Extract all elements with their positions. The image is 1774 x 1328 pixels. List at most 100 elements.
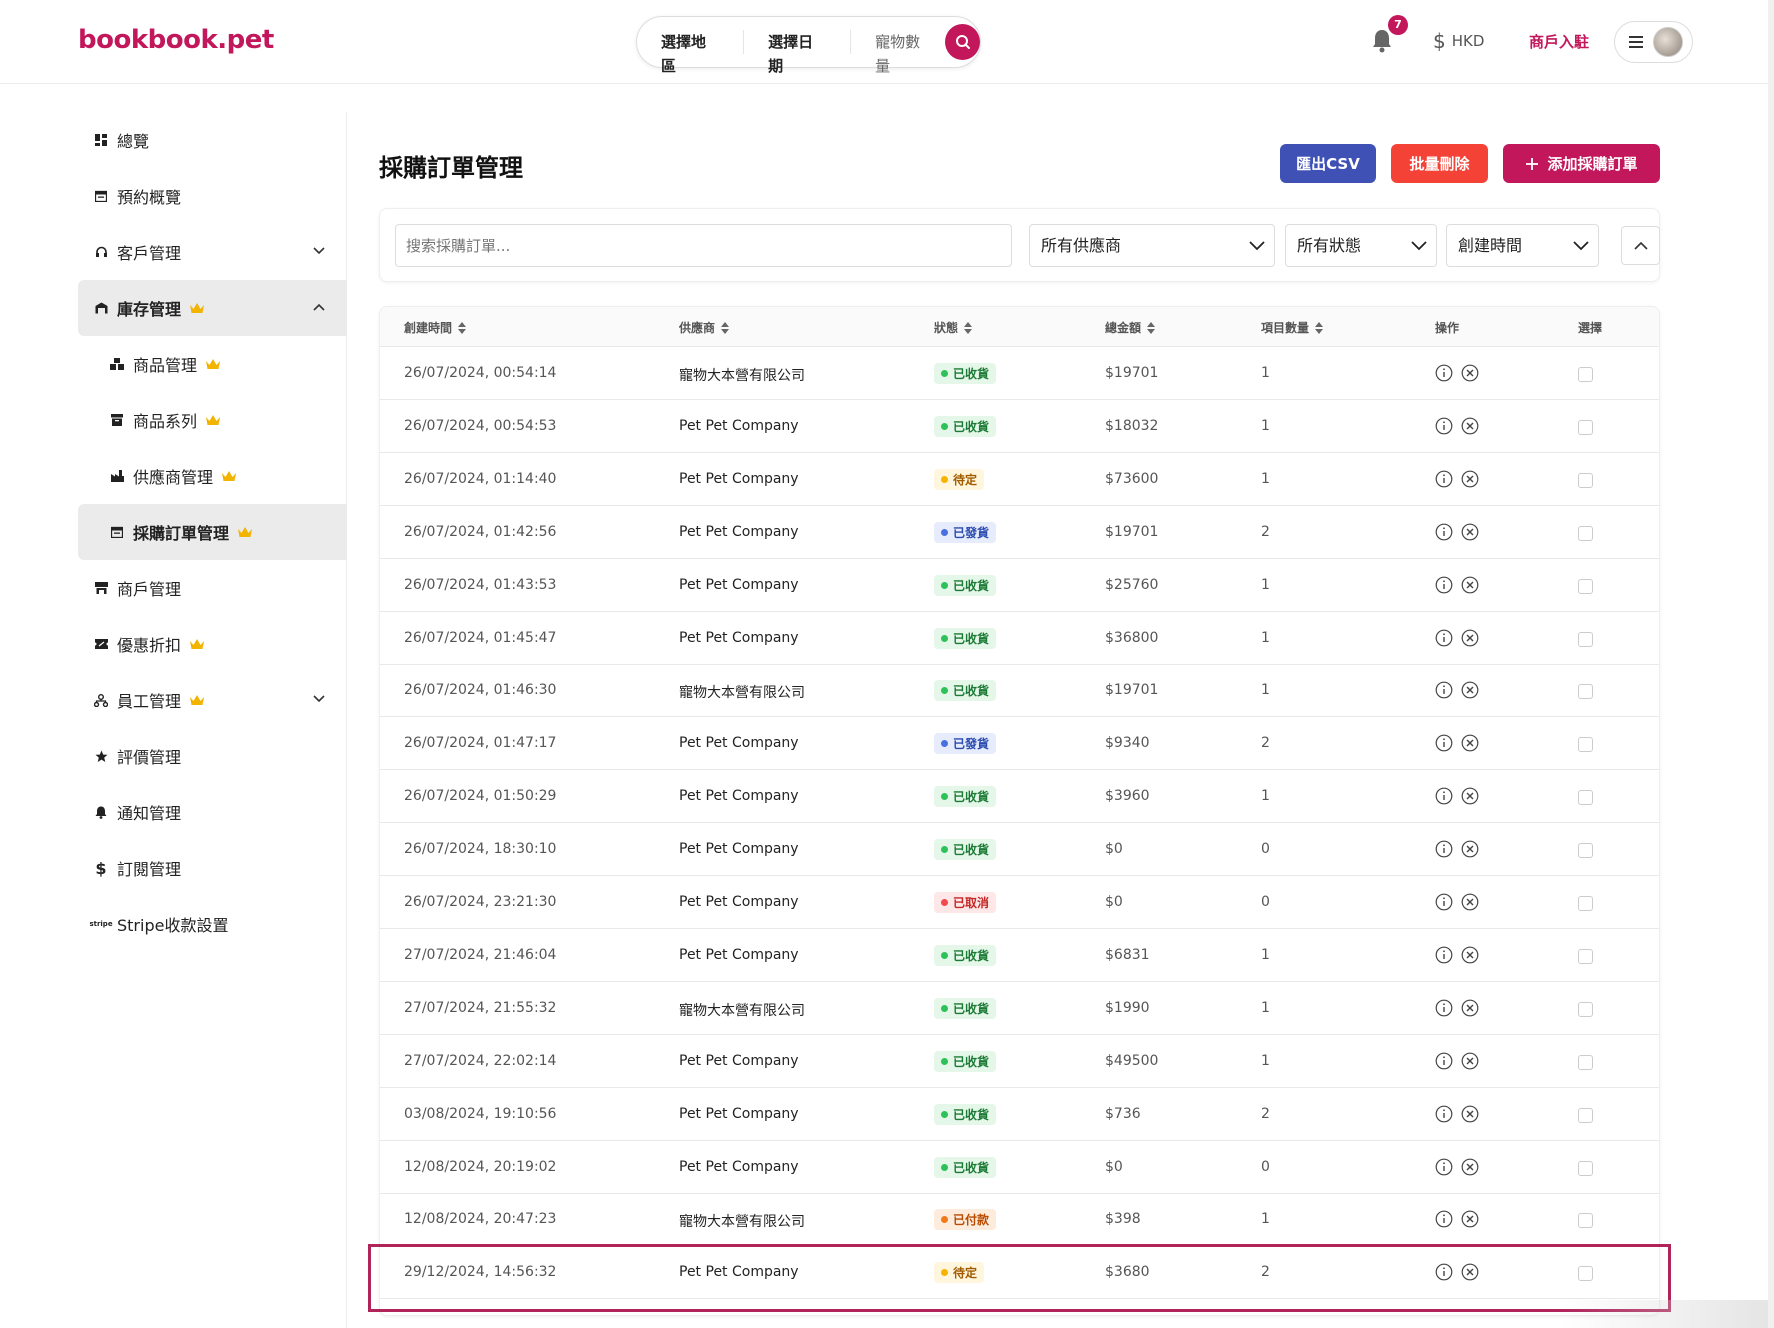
bulk-delete-button[interactable]: 批量刪除 (1391, 144, 1488, 183)
cancel-circle-icon[interactable] (1461, 470, 1479, 488)
table-row[interactable]: 27/07/2024, 21:46:04 Pet Pet Company 已收貨 $6… (380, 929, 1659, 982)
supplier-filter-select[interactable]: 所有供應商 (1029, 224, 1275, 267)
row-select-checkbox[interactable] (1578, 472, 1593, 488)
table-row[interactable]: 26/07/2024, 01:42:56 Pet Pet Company 已發貨 $1… (380, 506, 1659, 559)
row-select-checkbox[interactable] (1578, 1213, 1593, 1229)
info-icon[interactable] (1435, 364, 1453, 382)
column-header-created[interactable]: 創建時間 (404, 319, 467, 336)
status-filter-select[interactable]: 所有狀態 (1285, 224, 1437, 267)
cancel-circle-icon[interactable] (1461, 1105, 1479, 1123)
scrollbar[interactable] (1768, 0, 1774, 1328)
column-header-status[interactable]: 狀態 (934, 319, 973, 336)
info-icon[interactable] (1435, 1105, 1453, 1123)
row-select-checkbox[interactable] (1578, 419, 1593, 435)
sidebar-item-notifications[interactable]: 通知管理 (78, 784, 346, 840)
row-select-checkbox[interactable] (1578, 737, 1593, 753)
sidebar-item-reviews[interactable]: 評價管理 (78, 728, 346, 784)
row-select-checkbox[interactable] (1578, 1054, 1593, 1070)
table-row[interactable]: 03/08/2024, 19:10:56 Pet Pet Company 已收貨 $7… (380, 1088, 1659, 1141)
region-selector[interactable]: 選擇地區 (637, 30, 745, 75)
row-select-checkbox[interactable] (1578, 843, 1593, 859)
info-icon[interactable] (1435, 523, 1453, 541)
search-button[interactable] (945, 24, 981, 60)
sidebar-item-subscriptions[interactable]: $ 訂閱管理 (78, 840, 346, 896)
table-row[interactable]: 26/07/2024, 23:21:30 Pet Pet Company 已取消 $0… (380, 876, 1659, 929)
search-input[interactable] (395, 224, 1012, 267)
table-row[interactable]: 26/07/2024, 01:50:29 Pet Pet Company 已收貨 $3… (380, 770, 1659, 824)
info-icon[interactable] (1435, 681, 1453, 699)
sidebar-item-overview[interactable]: 總覽 (78, 112, 346, 168)
info-icon[interactable] (1435, 893, 1453, 911)
info-icon[interactable] (1435, 787, 1453, 805)
info-icon[interactable] (1435, 999, 1453, 1017)
row-select-checkbox[interactable] (1578, 578, 1593, 594)
pet-count-selector[interactable]: 寵物數量 (851, 30, 943, 75)
row-select-checkbox[interactable] (1578, 1001, 1593, 1017)
info-icon[interactable] (1435, 840, 1453, 858)
table-row[interactable]: 26/07/2024, 00:54:14 寵物大本營有限公司 已收貨 $19701 1 (380, 347, 1659, 400)
row-select-checkbox[interactable] (1578, 790, 1593, 806)
cancel-circle-icon[interactable] (1461, 417, 1479, 435)
table-row[interactable]: 29/12/2024, 14:56:32 Pet Pet Company 待定 $36… (380, 1246, 1659, 1300)
currency-selector[interactable]: $ HKD (1433, 29, 1484, 53)
table-row[interactable]: 26/07/2024, 01:14:40 Pet Pet Company 待定 $73… (380, 453, 1659, 506)
sidebar-item-bookings[interactable]: 預約概覽 (78, 168, 346, 224)
cancel-circle-icon[interactable] (1461, 840, 1479, 858)
info-icon[interactable] (1435, 470, 1453, 488)
site-logo[interactable]: bookbook.pet (78, 25, 274, 55)
info-icon[interactable] (1435, 1158, 1453, 1176)
sidebar-item-inventory[interactable]: 庫存管理 (78, 280, 346, 336)
info-icon[interactable] (1435, 1052, 1453, 1070)
row-select-checkbox[interactable] (1578, 1160, 1593, 1176)
cancel-circle-icon[interactable] (1461, 523, 1479, 541)
sidebar-item-discounts[interactable]: 優惠折扣 (78, 616, 346, 672)
cancel-circle-icon[interactable] (1461, 576, 1479, 594)
row-select-checkbox[interactable] (1578, 684, 1593, 700)
table-row[interactable]: 26/07/2024, 01:45:47 Pet Pet Company 已收貨 $3… (380, 612, 1659, 665)
row-select-checkbox[interactable] (1578, 367, 1593, 382)
row-select-checkbox[interactable] (1578, 896, 1593, 911)
table-row[interactable]: 26/07/2024, 18:30:10 Pet Pet Company 已收貨 $0… (380, 823, 1659, 877)
row-select-checkbox[interactable] (1578, 948, 1593, 964)
cancel-circle-icon[interactable] (1461, 364, 1479, 382)
cancel-circle-icon[interactable] (1461, 1210, 1479, 1228)
table-row[interactable]: 27/07/2024, 21:55:32 寵物大本營有限公司 已收貨 $1990 1 (380, 982, 1659, 1035)
sidebar-item-purchase-orders[interactable]: 採購訂單管理 (78, 504, 346, 560)
sidebar-item-suppliers[interactable]: 供應商管理 (78, 448, 346, 504)
table-row[interactable]: 12/08/2024, 20:19:02 Pet Pet Company 已收貨 $0… (380, 1141, 1659, 1194)
column-header-items[interactable]: 項目數量 (1261, 319, 1324, 336)
cancel-circle-icon[interactable] (1461, 734, 1479, 752)
column-header-supplier[interactable]: 供應商 (679, 319, 730, 336)
sidebar-item-stripe-settings[interactable]: stripe Stripe收款設置 (78, 896, 346, 952)
cancel-circle-icon[interactable] (1461, 999, 1479, 1017)
info-icon[interactable] (1435, 734, 1453, 752)
user-menu-button[interactable] (1614, 21, 1693, 63)
date-selector[interactable]: 選擇日期 (744, 30, 852, 75)
cancel-circle-icon[interactable] (1461, 629, 1479, 647)
cancel-circle-icon[interactable] (1461, 787, 1479, 805)
table-row[interactable]: 26/07/2024, 01:43:53 Pet Pet Company 已收貨 $2… (380, 559, 1659, 612)
row-select-checkbox[interactable] (1578, 1266, 1593, 1282)
sort-field-select[interactable]: 創建時間 (1446, 224, 1599, 267)
sort-direction-button[interactable] (1621, 226, 1660, 265)
table-row[interactable]: 26/07/2024, 01:46:30 寵物大本營有限公司 已收貨 $19701 1 (380, 664, 1659, 718)
row-select-checkbox[interactable] (1578, 525, 1593, 541)
cancel-circle-icon[interactable] (1461, 1052, 1479, 1070)
search-bar[interactable]: 選擇地區 選擇日期 寵物數量 (636, 16, 981, 75)
export-csv-button[interactable]: 匯出CSV (1280, 144, 1376, 183)
sidebar-item-products[interactable]: 商品管理 (78, 336, 346, 392)
cancel-circle-icon[interactable] (1461, 893, 1479, 911)
table-row[interactable]: 26/07/2024, 00:54:53 Pet Pet Company 已收貨 $1… (380, 400, 1659, 453)
info-icon[interactable] (1435, 1210, 1453, 1228)
info-icon[interactable] (1435, 1263, 1453, 1281)
info-icon[interactable] (1435, 946, 1453, 964)
table-row[interactable]: 12/08/2024, 20:47:23 寵物大本營有限公司 已付款 $398 1 (380, 1193, 1659, 1247)
column-header-total[interactable]: 總金額 (1105, 319, 1156, 336)
table-row[interactable]: 26/07/2024, 01:47:17 Pet Pet Company 已發貨 $9… (380, 717, 1659, 771)
add-purchase-order-button[interactable]: 添加採購訂單 (1503, 144, 1660, 183)
row-select-checkbox[interactable] (1578, 631, 1593, 647)
sidebar-item-merchants[interactable]: 商戶管理 (78, 560, 346, 616)
row-select-checkbox[interactable] (1578, 1107, 1593, 1123)
table-row[interactable]: 27/07/2024, 22:02:14 Pet Pet Company 已收貨 $4… (380, 1035, 1659, 1088)
info-icon[interactable] (1435, 417, 1453, 435)
